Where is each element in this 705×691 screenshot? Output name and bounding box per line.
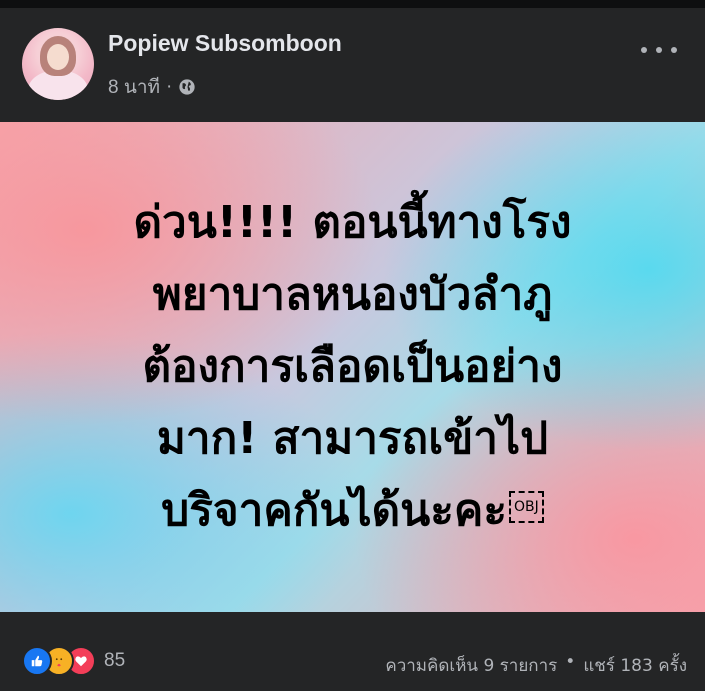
post-footer: 85 ความคิดเห็น 9 รายการ • แชร์ 183 ครั้ง bbox=[0, 618, 705, 691]
post-background-banner: ด่วน!!!! ตอนนี้ทางโรง พยาบาลหนองบัวลำภู … bbox=[0, 122, 705, 612]
object-replacement-glyph: OBJ bbox=[508, 491, 544, 523]
more-dot bbox=[656, 47, 662, 53]
like-icon bbox=[22, 646, 52, 676]
shares-count-link[interactable]: แชร์ 183 ครั้ง bbox=[583, 652, 687, 679]
more-dot bbox=[671, 47, 677, 53]
reaction-count: 85 bbox=[104, 650, 126, 671]
post-time[interactable]: 8 นาที bbox=[108, 72, 160, 102]
reactions-summary[interactable]: 85 bbox=[22, 646, 125, 676]
post-text-line: พยาบาลหนองบัวลำภู bbox=[152, 269, 553, 320]
engagement-stats: ความคิดเห็น 9 รายการ • แชร์ 183 ครั้ง bbox=[385, 652, 687, 679]
post-card: Popiew Subsomboon 8 นาที · ด่วน!!!! ตอนน… bbox=[0, 8, 705, 691]
comments-count-link[interactable]: ความคิดเห็น 9 รายการ bbox=[385, 652, 557, 679]
post-text-line-content: บริจาคกันได้นะคะ bbox=[161, 485, 507, 536]
more-dot bbox=[641, 47, 647, 53]
post-text-line-last: บริจาคกันได้นะคะ OBJ bbox=[73, 475, 633, 547]
post-meta: 8 นาที · bbox=[108, 72, 196, 102]
post-text-line: ต้องการเลือดเป็นอย่าง bbox=[142, 341, 563, 392]
avatar-face bbox=[47, 44, 69, 70]
meta-separator: · bbox=[166, 76, 173, 97]
post-text: ด่วน!!!! ตอนนี้ทางโรง พยาบาลหนองบัวลำภู … bbox=[73, 187, 633, 547]
post-text-line: ด่วน!!!! ตอนนี้ทางโรง bbox=[133, 197, 572, 248]
avatar[interactable] bbox=[22, 28, 94, 100]
post-text-line: มาก! สามารถเข้าไป bbox=[156, 413, 549, 464]
top-strip bbox=[0, 0, 705, 8]
author-name[interactable]: Popiew Subsomboon bbox=[108, 30, 342, 57]
more-options-icon[interactable] bbox=[641, 40, 677, 60]
stats-separator: • bbox=[565, 652, 576, 672]
globe-icon[interactable] bbox=[178, 78, 196, 96]
